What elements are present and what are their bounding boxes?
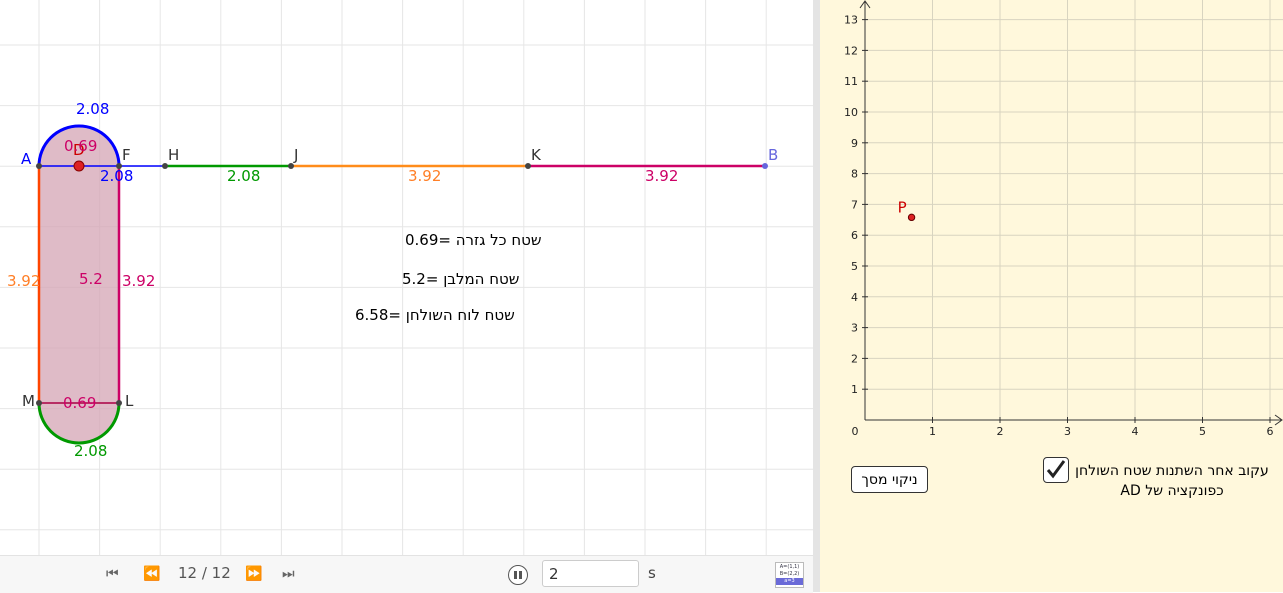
point-p-label: P bbox=[898, 198, 907, 216]
label-a: A bbox=[21, 150, 32, 168]
label-h: H bbox=[168, 146, 179, 164]
graph-point-p: P bbox=[898, 198, 916, 222]
trace-checkbox[interactable] bbox=[1043, 457, 1069, 483]
y-tick-label: 5 bbox=[851, 260, 858, 273]
y-tick-label: 9 bbox=[851, 137, 858, 150]
y-tick-label: 11 bbox=[844, 75, 858, 88]
value-seg-hj: 2.08 bbox=[227, 167, 260, 185]
speed-unit: s bbox=[648, 564, 656, 582]
area-rectangle-text: 5.2שטח המלבן = bbox=[402, 270, 519, 288]
y-tick-label: 6 bbox=[851, 229, 858, 242]
area-sector-text: 0.69שטח כל גזרה = bbox=[405, 231, 542, 249]
y-tick-label: 1 bbox=[851, 383, 858, 396]
label-b: B bbox=[768, 146, 778, 164]
y-tick-label: 12 bbox=[844, 44, 858, 57]
y-tick-label: 2 bbox=[851, 352, 858, 365]
area-table-text: 6.58שטח לוח השולחן = bbox=[355, 306, 515, 324]
graph-canvas[interactable]: 123456789101112130 1 2 3 4 5 6 P bbox=[820, 0, 1283, 592]
value-left-side: 3.92 bbox=[7, 272, 40, 290]
x-tick-label: 3 bbox=[1064, 425, 1071, 438]
step-position: 12 / 12 bbox=[178, 564, 231, 582]
x-tick-label: 1 bbox=[929, 425, 936, 438]
point-d[interactable] bbox=[73, 160, 85, 172]
value-arc-top: 2.08 bbox=[76, 100, 109, 118]
y-tick-label: 4 bbox=[851, 291, 858, 304]
last-step-icon[interactable]: ⏭ bbox=[282, 565, 295, 583]
x-tick-label: 0 bbox=[852, 425, 859, 438]
animation-navbar: ⏮ ⏪ 12 / 12 ⏩ ⏭ s A=(1,1) B=(2,2) a=3 bbox=[0, 555, 813, 593]
trace-checkbox-label[interactable]: עקוב אחר השתנות שטח השולחן כפונקציה של A… bbox=[1072, 461, 1272, 501]
value-seg-jk: 3.92 bbox=[408, 167, 441, 185]
label-k: K bbox=[531, 146, 542, 164]
point-m[interactable] bbox=[36, 400, 42, 406]
pause-icon[interactable] bbox=[508, 565, 528, 585]
geometry-canvas[interactable]: A D F H J K B M L 2.08 0.69 2.08 2.08 3.… bbox=[0, 0, 813, 555]
label-f: F bbox=[122, 146, 131, 164]
value-right-side: 3.92 bbox=[122, 272, 155, 290]
x-tick-label: 2 bbox=[997, 425, 1004, 438]
x-tick-label: 5 bbox=[1199, 425, 1206, 438]
geometry-view[interactable]: A D F H J K B M L 2.08 0.69 2.08 2.08 3.… bbox=[0, 0, 813, 593]
label-m: M bbox=[22, 392, 35, 410]
value-inner-top: 0.69 bbox=[64, 137, 97, 155]
speed-input[interactable] bbox=[542, 560, 639, 587]
clear-screen-button[interactable]: ניקוי מסך bbox=[851, 466, 928, 493]
value-seg-kb: 3.92 bbox=[645, 167, 678, 185]
label-j: J bbox=[293, 146, 298, 164]
value-seg-af: 2.08 bbox=[100, 167, 133, 185]
point-a[interactable] bbox=[36, 163, 42, 169]
view-divider[interactable] bbox=[813, 0, 820, 592]
value-arc-bottom: 2.08 bbox=[74, 442, 107, 460]
value-inner-bottom: 0.69 bbox=[63, 394, 96, 412]
graph-view[interactable]: 1 2 3 4 5 6 7 8 9 10 11 12 13 0 1 2 3 4 5 6 P ניקוי מסך עקו… bbox=[820, 0, 1283, 592]
point-p[interactable] bbox=[907, 213, 916, 222]
y-tick-label: 8 bbox=[851, 168, 858, 181]
label-l: L bbox=[125, 392, 134, 410]
previous-step-icon[interactable]: ⏪ bbox=[143, 565, 160, 583]
checkmark-icon bbox=[1046, 460, 1066, 479]
x-tick-label: 6 bbox=[1267, 425, 1274, 438]
x-tick-label: 4 bbox=[1132, 425, 1139, 438]
next-step-icon[interactable]: ⏩ bbox=[245, 565, 262, 583]
y-tick-label: 10 bbox=[844, 106, 858, 119]
value-table-area: 5.2 bbox=[79, 270, 103, 288]
algebra-view-icon[interactable]: A=(1,1) B=(2,2) a=3 bbox=[775, 562, 804, 588]
y-tick-label: 13 bbox=[844, 14, 858, 27]
graph-grid bbox=[865, 0, 1283, 420]
y-tick-label: 7 bbox=[851, 198, 858, 211]
first-step-icon[interactable]: ⏮ bbox=[106, 565, 119, 583]
point-l[interactable] bbox=[116, 400, 122, 406]
y-tick-label: 3 bbox=[851, 322, 858, 335]
